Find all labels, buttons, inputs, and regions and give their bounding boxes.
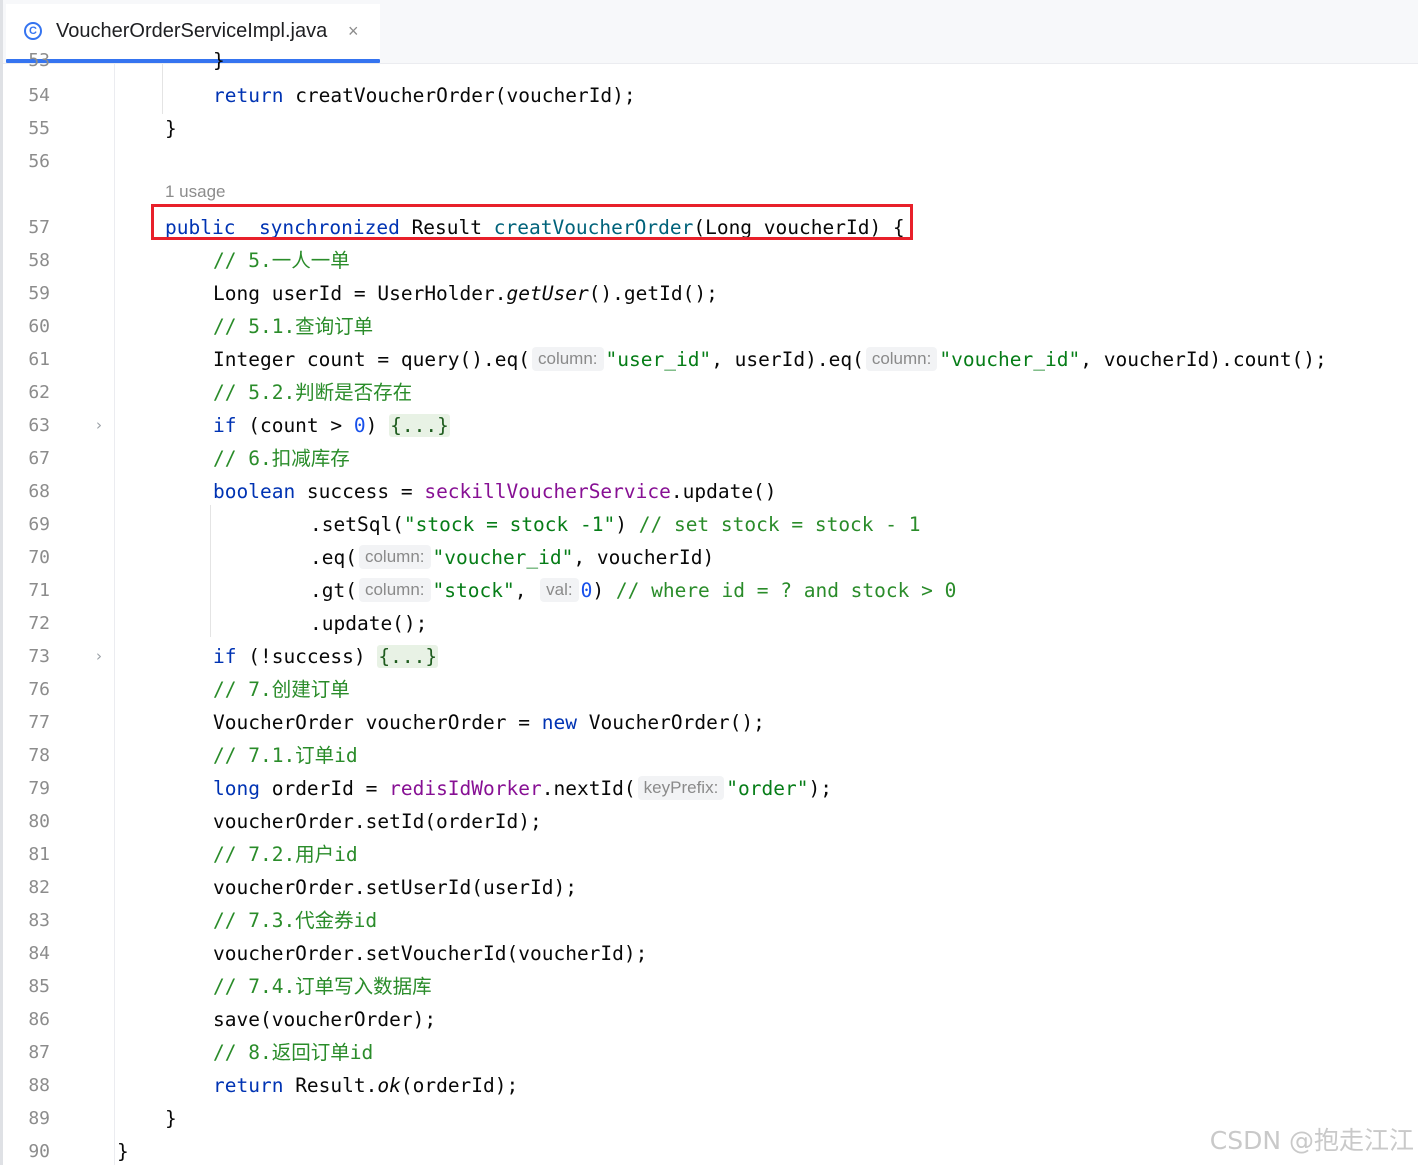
line-number: 71 bbox=[28, 580, 50, 601]
code-line: return Result.ok(orderId); bbox=[213, 1074, 519, 1097]
tab-title: VoucherOrderServiceImpl.java bbox=[56, 20, 328, 42]
code-line: } bbox=[117, 1140, 129, 1163]
line-number: 78 bbox=[28, 745, 50, 766]
line-number: 60 bbox=[28, 316, 50, 337]
code-editor[interactable]: 53 54 55 56 57 58 59 60 61 62 63 67 68 6… bbox=[3, 49, 1418, 1165]
code-line: } bbox=[165, 1107, 177, 1130]
code-comment: // 5.一人一单 bbox=[213, 249, 350, 272]
parameter-hint: val: bbox=[540, 578, 579, 602]
line-number: 67 bbox=[28, 448, 50, 469]
folded-block[interactable]: {...} bbox=[389, 414, 450, 437]
line-number: 76 bbox=[28, 679, 50, 700]
line-number: 82 bbox=[28, 877, 50, 898]
parameter-hint: column: bbox=[358, 545, 431, 569]
line-number: 81 bbox=[28, 844, 50, 865]
line-number: 77 bbox=[28, 712, 50, 733]
code-comment: // 5.1.查询订单 bbox=[213, 315, 374, 338]
code-line: long orderId = redisIdWorker.nextId(keyP… bbox=[213, 776, 832, 800]
code-line: } bbox=[165, 117, 177, 140]
code-line: .gt(column: "stock", val: 0) // where id =… bbox=[310, 578, 957, 602]
tab-voucher-order-service-impl[interactable]: C VoucherOrderServiceImpl.java × bbox=[6, 4, 380, 63]
line-number: 73 bbox=[28, 646, 50, 667]
indent-guide bbox=[210, 505, 211, 637]
code-comment: // 7.4.订单写入数据库 bbox=[213, 975, 432, 998]
parameter-hint: column: bbox=[531, 347, 604, 371]
line-number: 89 bbox=[28, 1108, 50, 1129]
code-line: save(voucherOrder); bbox=[213, 1008, 437, 1031]
line-number: 56 bbox=[28, 151, 50, 172]
gutter-separator bbox=[114, 64, 115, 1165]
parameter-hint: keyPrefix: bbox=[637, 776, 725, 800]
chevron-right-icon[interactable]: › bbox=[96, 640, 102, 673]
line-number: 87 bbox=[28, 1042, 50, 1063]
line-number: 57 bbox=[28, 217, 50, 238]
line-number: 83 bbox=[28, 910, 50, 931]
code-line: voucherOrder.setVoucherId(voucherId); bbox=[213, 942, 648, 965]
folded-block[interactable]: {...} bbox=[377, 645, 439, 668]
parameter-hint: column: bbox=[865, 347, 938, 371]
code-line: } bbox=[213, 49, 225, 72]
code-comment: // 5.2.判断是否存在 bbox=[213, 381, 413, 404]
active-tab-indicator bbox=[6, 59, 380, 63]
code-comment: // 7.3.代金券id bbox=[213, 909, 378, 932]
code-line: if (!success) {...} bbox=[213, 645, 439, 668]
line-number: 86 bbox=[28, 1009, 50, 1030]
code-line: voucherOrder.setId(orderId); bbox=[213, 810, 542, 833]
code-line: VoucherOrder voucherOrder = new VoucherO… bbox=[213, 711, 765, 734]
line-number: 90 bbox=[28, 1141, 50, 1162]
code-comment: // 8.返回订单id bbox=[213, 1041, 374, 1064]
class-icon: C bbox=[24, 22, 42, 40]
code-comment: // 7.创建订单 bbox=[213, 678, 350, 701]
code-comment: // 6.扣减库存 bbox=[213, 447, 350, 470]
indent-guide bbox=[162, 64, 163, 114]
line-number: 59 bbox=[28, 283, 50, 304]
watermark: CSDN @抱走江江 bbox=[1209, 1126, 1414, 1155]
line-number: 69 bbox=[28, 514, 50, 535]
line-number: 54 bbox=[28, 85, 50, 106]
line-number: 84 bbox=[28, 943, 50, 964]
code-line: voucherOrder.setUserId(userId); bbox=[213, 876, 577, 899]
code-line: .eq(column: "voucher_id", voucherId) bbox=[310, 545, 715, 569]
code-line: .update(); bbox=[310, 612, 428, 635]
line-number: 85 bbox=[28, 976, 50, 997]
code-line: Integer count = query().eq(column: "user_… bbox=[213, 347, 1327, 371]
line-number: 70 bbox=[28, 547, 50, 568]
line-number: 58 bbox=[28, 250, 50, 271]
code-line: .setSql("stock = stock -1") // set stock… bbox=[310, 513, 921, 536]
code-line: Long userId = UserHolder.getUser().getId… bbox=[213, 282, 718, 305]
line-number: 61 bbox=[28, 349, 50, 370]
line-number: 55 bbox=[28, 118, 50, 139]
line-number: 72 bbox=[28, 613, 50, 634]
line-number: 53 bbox=[28, 50, 50, 71]
highlight-box bbox=[151, 204, 913, 240]
line-number: 68 bbox=[28, 481, 50, 502]
usage-hint[interactable]: 1 usage bbox=[165, 182, 226, 202]
code-line: if (count > 0) {...} bbox=[213, 414, 450, 437]
code-line: return creatVoucherOrder(voucherId); bbox=[213, 84, 636, 107]
chevron-right-icon[interactable]: › bbox=[96, 409, 102, 442]
line-number: 88 bbox=[28, 1075, 50, 1096]
parameter-hint: column: bbox=[358, 578, 431, 602]
line-number: 79 bbox=[28, 778, 50, 799]
line-number: 63 bbox=[28, 415, 50, 436]
code-line: boolean success = seckillVoucherService.… bbox=[213, 480, 777, 503]
line-number: 62 bbox=[28, 382, 50, 403]
line-number: 80 bbox=[28, 811, 50, 832]
code-comment: // 7.1.订单id bbox=[213, 744, 358, 767]
close-icon[interactable]: × bbox=[348, 21, 359, 42]
code-comment: // 7.2.用户id bbox=[213, 843, 358, 866]
